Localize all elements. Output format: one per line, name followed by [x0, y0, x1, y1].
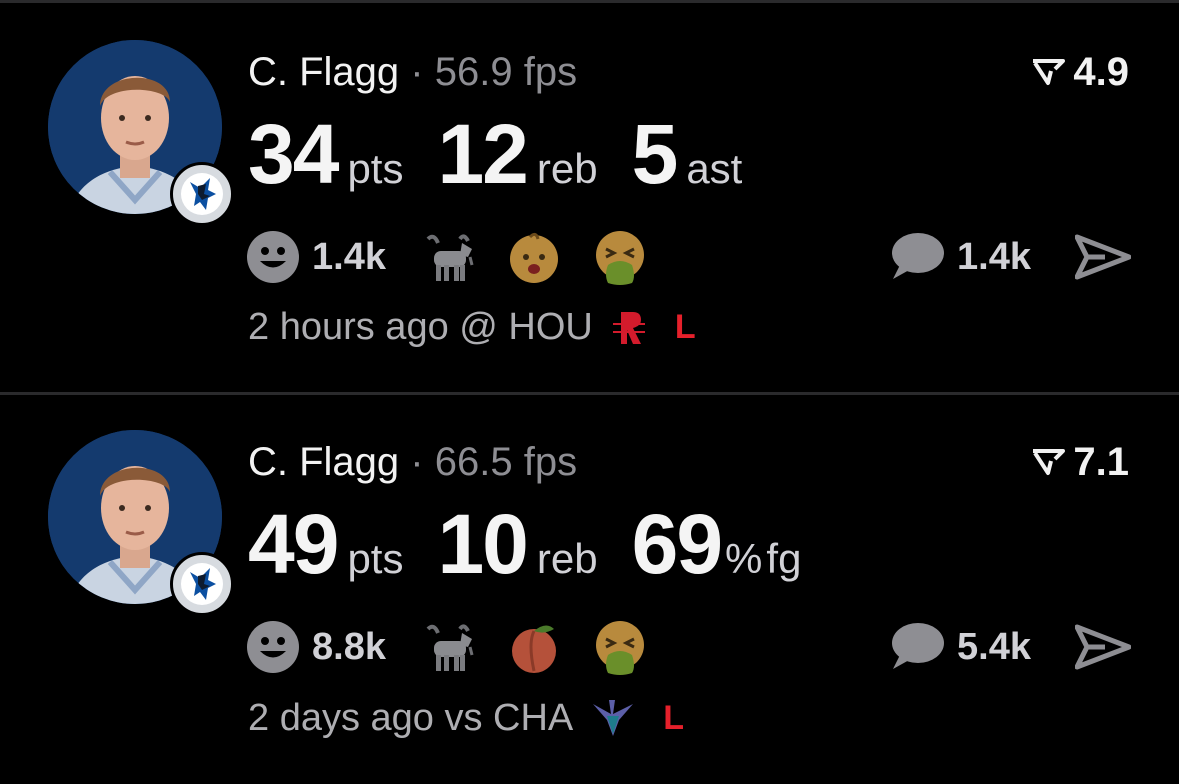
- stat-unit: reb: [536, 145, 598, 192]
- comment-bubble-icon[interactable]: [887, 621, 945, 673]
- stat-unit: ast: [686, 145, 743, 192]
- stat-points: 49 pts: [248, 496, 403, 593]
- share-send-icon[interactable]: [1075, 233, 1131, 281]
- stat-field-goal-pct: 69 % fg: [632, 496, 802, 593]
- fps-value: 56.9 fps: [434, 50, 578, 94]
- baby-face-icon[interactable]: [506, 229, 562, 285]
- game-result: L: [663, 698, 685, 737]
- stat-value: 69: [631, 497, 723, 591]
- filter-funnel-icon: [1033, 449, 1066, 475]
- stat-line: 34 pts 12 reb 5 ast: [248, 106, 776, 203]
- smile-face-icon[interactable]: [246, 230, 300, 284]
- goat-icon[interactable]: [420, 619, 476, 675]
- stat-unit-percent: %: [725, 535, 763, 582]
- time-location[interactable]: 2 hours ago @ HOU: [248, 306, 593, 349]
- comment-bubble-icon[interactable]: [887, 231, 945, 283]
- score-value: 4.9: [1073, 50, 1129, 94]
- goat-icon[interactable]: [420, 229, 476, 285]
- score-badge: 7.1: [1031, 438, 1129, 486]
- stat-rebounds: 12 reb: [437, 106, 597, 203]
- stat-unit: pts: [347, 145, 404, 192]
- stat-value: 10: [437, 497, 528, 591]
- stat-value: 34: [248, 107, 339, 201]
- stat-unit: reb: [536, 535, 598, 582]
- post-headline: C. Flagg · 56.9 fps: [248, 48, 577, 96]
- reaction-count[interactable]: 1.4k: [312, 236, 386, 279]
- peach-icon[interactable]: [506, 619, 562, 675]
- reaction-bar: 8.8k: [246, 618, 678, 676]
- stat-assists: 5 ast: [632, 106, 743, 203]
- stat-unit: fg: [766, 535, 802, 582]
- post-card[interactable]: C. Flagg · 56.9 fps 4.9 34 pts 12 reb 5 …: [0, 6, 1179, 394]
- vomit-face-icon[interactable]: [592, 619, 648, 675]
- post-actions: 1.4k: [887, 228, 1131, 286]
- time-location[interactable]: 2 days ago vs CHA: [248, 697, 573, 740]
- comment-count[interactable]: 5.4k: [957, 626, 1031, 669]
- player-name[interactable]: C. Flagg: [248, 50, 399, 94]
- post-headline: C. Flagg · 66.5 fps: [248, 438, 577, 486]
- share-send-icon[interactable]: [1075, 623, 1131, 671]
- fps-value: 66.5 fps: [434, 440, 578, 484]
- stat-value: 5: [631, 107, 679, 201]
- stat-line: 49 pts 10 reb 69 % fg: [248, 496, 835, 593]
- reaction-count[interactable]: 8.8k: [312, 626, 386, 669]
- game-result: L: [674, 308, 696, 346]
- top-divider: [0, 0, 1179, 3]
- hornets-logo-icon: [593, 700, 634, 736]
- mavericks-logo-icon: [170, 552, 234, 616]
- player-avatar[interactable]: [48, 430, 234, 616]
- filter-funnel-icon: [1033, 59, 1066, 85]
- comment-count[interactable]: 1.4k: [957, 236, 1031, 279]
- post-card[interactable]: C. Flagg · 66.5 fps 7.1 49 pts 10 reb 69…: [0, 396, 1179, 784]
- player-avatar[interactable]: [48, 40, 234, 226]
- separator-dot: ·: [410, 440, 424, 484]
- game-meta: 2 hours ago @ HOU L: [248, 306, 696, 349]
- post-actions: 5.4k: [887, 618, 1131, 676]
- post-divider: [0, 392, 1179, 395]
- score-badge: 4.9: [1031, 48, 1129, 96]
- smile-face-icon[interactable]: [246, 620, 300, 674]
- game-meta: 2 days ago vs CHA L: [248, 696, 684, 740]
- mavericks-logo-icon: [170, 162, 234, 226]
- stat-value: 49: [248, 497, 339, 591]
- score-value: 7.1: [1073, 440, 1129, 484]
- stat-points: 34 pts: [248, 106, 403, 203]
- player-name[interactable]: C. Flagg: [248, 440, 399, 484]
- reaction-bar: 1.4k: [246, 228, 678, 286]
- vomit-face-icon[interactable]: [592, 229, 648, 285]
- stat-unit: pts: [347, 535, 404, 582]
- separator-dot: ·: [410, 50, 424, 94]
- rockets-logo-icon: [612, 311, 645, 344]
- stat-rebounds: 10 reb: [437, 496, 597, 593]
- stat-value: 12: [437, 107, 528, 201]
